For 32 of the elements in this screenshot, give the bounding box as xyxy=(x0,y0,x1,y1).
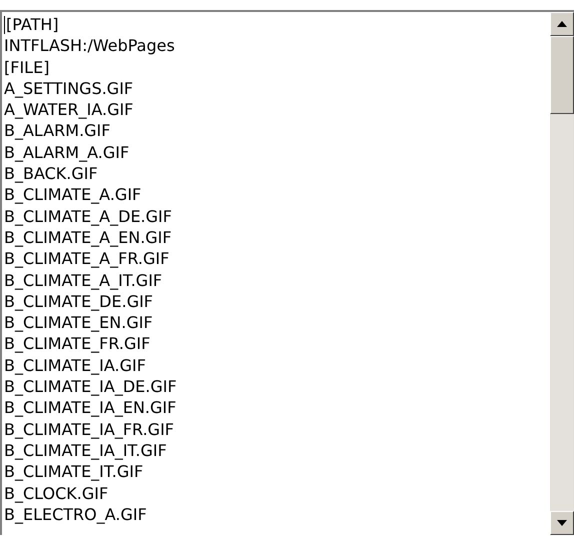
text-line: B_CLIMATE_IA_FR.GIF xyxy=(4,418,174,440)
up-arrow-icon xyxy=(557,21,567,27)
text-line: B_CLIMATE_IA_EN.GIF xyxy=(4,397,176,419)
down-arrow-icon xyxy=(557,520,567,526)
text-line: A_WATER_IA.GIF xyxy=(4,99,134,120)
text-line: B_CLIMATE_DE.GIF xyxy=(4,290,154,312)
text-cursor xyxy=(4,16,5,34)
text-line: B_CLIMATE_A_DE.GIF xyxy=(4,206,172,227)
text-area[interactable] xyxy=(0,10,574,535)
text-line: B_CLIMATE_IA_IT.GIF xyxy=(4,440,167,462)
scroll-thumb[interactable] xyxy=(550,36,574,114)
text-line: [FILE] xyxy=(4,56,50,78)
text-line: B_CLIMATE_A_EN.GIF xyxy=(4,226,172,248)
text-line: B_BACK.GIF xyxy=(4,163,98,184)
text-line: A_SETTINGS.GIF xyxy=(4,78,134,100)
text-line: B_CLIMATE_A.GIF xyxy=(4,184,142,206)
text-line: B_ELECTRO_A.GIF xyxy=(4,504,147,526)
text-line: B_CLIMATE_IA_DE.GIF xyxy=(4,376,177,398)
text-line: B_CLIMATE_IA.GIF xyxy=(4,354,146,376)
text-line: B_ALARM_A.GIF xyxy=(4,142,130,164)
text-line: B_CLOCK.GIF xyxy=(4,482,108,504)
text-line: B_CLIMATE_EN.GIF xyxy=(4,312,153,334)
text-line: B_CLIMATE_A_IT.GIF xyxy=(4,270,162,291)
text-line: B_CLIMATE_FR.GIF xyxy=(4,333,150,355)
text-line: INTFLASH:/WebPages xyxy=(4,35,175,57)
scroll-up-button[interactable] xyxy=(550,12,574,36)
text-line: B_CLIMATE_A_FR.GIF xyxy=(4,248,170,270)
text-line: B_ALARM.GIF xyxy=(4,120,110,142)
text-line: B_CLIMATE_IT.GIF xyxy=(4,461,144,483)
scroll-down-button[interactable] xyxy=(550,511,574,535)
scrollbar[interactable] xyxy=(550,12,574,535)
text-line: [PATH] xyxy=(6,14,59,36)
